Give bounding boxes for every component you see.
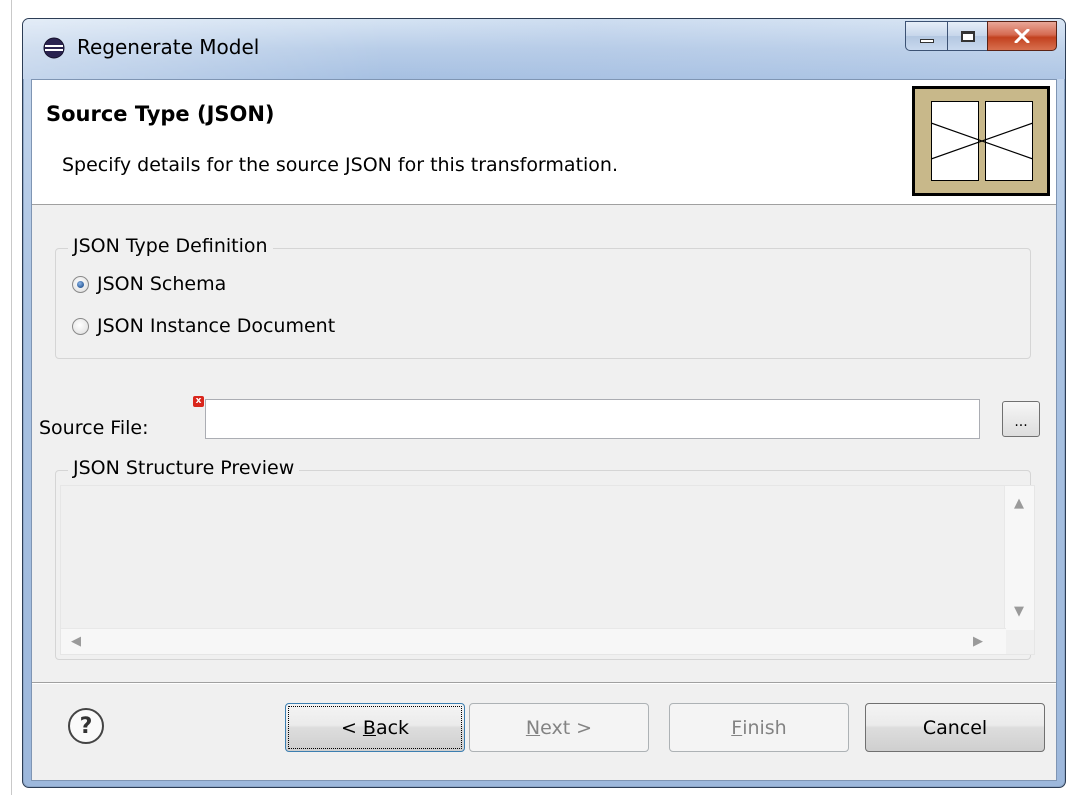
back-button-prefix: < [340,716,363,739]
radio-selected-icon[interactable] [72,275,89,293]
minimize-button[interactable] [905,21,947,51]
page-description: Specify details for the source JSON for … [62,154,619,176]
page-title: Source Type (JSON) [46,102,275,126]
next-button-rest: ext > [540,716,593,739]
cancel-button[interactable]: Cancel [865,703,1045,752]
help-button[interactable]: ? [68,708,104,744]
desktop-background [0,0,12,795]
close-button[interactable] [987,21,1057,51]
mapping-icon [931,122,1033,160]
minimize-icon [919,39,934,43]
radio-json-instance[interactable]: JSON Instance Document [72,315,335,337]
scroll-down-icon[interactable]: ▼ [1014,604,1024,619]
source-file-label: Source File: [39,417,149,439]
radio-json-schema[interactable]: JSON Schema [72,273,226,295]
radio-unselected-icon[interactable] [72,317,89,335]
window-controls [905,21,1057,51]
footer-separator [32,682,1056,684]
radio-json-schema-label: JSON Schema [97,273,227,295]
horizontal-scrollbar[interactable]: ◀ ▶ [61,628,1006,654]
eclipse-icon [43,37,65,59]
structure-preview-tree[interactable]: ▲ ▼ ◀ ▶ [60,485,1035,655]
wizard-header: Source Type (JSON) Specify details for t… [32,80,1056,205]
structure-preview-group: JSON Structure Preview ▲ ▼ ◀ ▶ [55,457,1035,660]
type-definition-legend: JSON Type Definition [68,235,273,257]
back-button-mnemonic: B [362,716,376,739]
vertical-scrollbar[interactable]: ▲ ▼ [1004,486,1034,630]
back-button-rest: ack [375,716,410,739]
scroll-right-icon[interactable]: ▶ [973,634,983,649]
structure-preview-legend: JSON Structure Preview [68,457,300,479]
next-button-mnemonic: N [525,716,541,739]
window-title: Regenerate Model [77,35,260,59]
wizard-banner-image [912,86,1050,196]
maximize-button[interactable] [947,21,987,51]
dialog-window: Regenerate Model Source Type (JSON) Spec… [22,18,1066,788]
scroll-up-icon[interactable]: ▲ [1014,496,1024,511]
scroll-left-icon[interactable]: ◀ [71,634,81,649]
finish-button-rest: inish [742,716,787,739]
title-bar[interactable]: Regenerate Model [23,19,1065,79]
help-icon: ? [79,713,93,739]
dialog-client-area: Source Type (JSON) Specify details for t… [31,79,1057,781]
type-definition-group: JSON Type Definition JSON Schema JSON In… [55,235,1031,359]
next-button[interactable]: Next > [469,703,649,752]
radio-json-instance-label: JSON Instance Document [97,315,336,337]
finish-button-mnemonic: F [731,716,743,739]
close-icon [1014,29,1030,43]
browse-button[interactable]: ... [1002,401,1040,437]
source-file-input[interactable] [205,399,980,439]
error-icon: x [193,396,204,407]
back-button[interactable]: < Back [285,703,465,752]
finish-button[interactable]: Finish [669,703,849,752]
maximize-icon [960,30,975,42]
